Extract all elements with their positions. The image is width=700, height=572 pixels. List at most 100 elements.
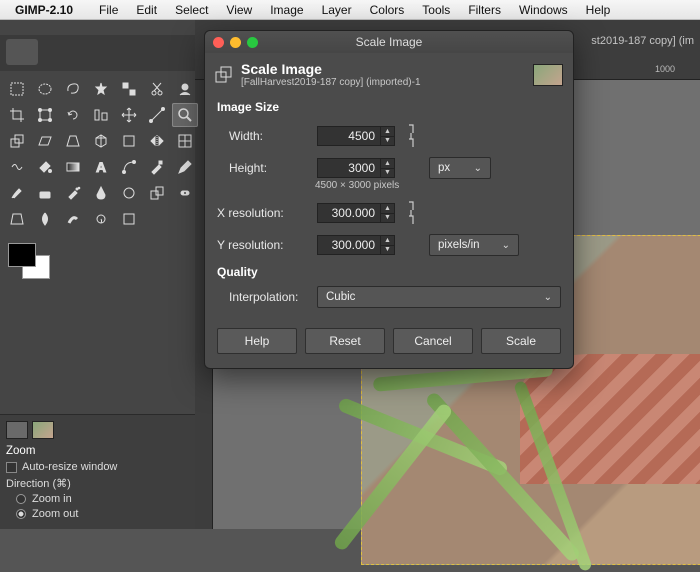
tool-align[interactable] xyxy=(88,103,114,127)
width-spinner[interactable]: ▲▼ xyxy=(381,126,395,146)
svg-text:A: A xyxy=(96,159,106,175)
tool-shear[interactable] xyxy=(32,129,58,153)
color-swatches[interactable] xyxy=(8,243,52,283)
auto-resize-checkbox[interactable]: Auto-resize window xyxy=(6,461,189,473)
tool-by-color-select[interactable] xyxy=(116,77,142,101)
tool-gegl[interactable] xyxy=(116,207,142,231)
spinner-down-icon[interactable]: ▼ xyxy=(381,214,394,223)
tool-paths[interactable] xyxy=(116,155,142,179)
tool-handle-transform[interactable] xyxy=(116,129,142,153)
tool-paintbrush[interactable] xyxy=(4,181,30,205)
tool-move[interactable] xyxy=(116,103,142,127)
tool-text[interactable]: A xyxy=(88,155,114,179)
tool-zoom[interactable] xyxy=(172,103,198,127)
tool-blur[interactable] xyxy=(32,207,58,231)
spinner-up-icon[interactable]: ▲ xyxy=(381,236,394,246)
height-spinner[interactable]: ▲▼ xyxy=(381,158,395,178)
spinner-up-icon[interactable]: ▲ xyxy=(381,159,394,169)
image-thumbnail xyxy=(533,64,563,86)
tool-crop[interactable] xyxy=(4,103,30,127)
yres-spinner[interactable]: ▲▼ xyxy=(381,235,395,255)
tool-perspective[interactable] xyxy=(60,129,86,153)
tool-unified-transform[interactable] xyxy=(32,103,58,127)
zoom-in-label: Zoom in xyxy=(32,493,72,505)
menu-help[interactable]: Help xyxy=(577,3,620,17)
tool-measure[interactable] xyxy=(144,103,170,127)
tool-fuzzy-select[interactable] xyxy=(88,77,114,101)
spinner-down-icon[interactable]: ▼ xyxy=(381,137,394,146)
xres-input[interactable] xyxy=(317,203,381,223)
tool-pencil[interactable] xyxy=(172,155,198,179)
menu-colors[interactable]: Colors xyxy=(361,3,414,17)
toolbox-tabbar[interactable] xyxy=(0,35,195,71)
dialog-subtitle: [FallHarvest2019-187 copy] (imported)-1 xyxy=(241,77,525,88)
tool-scale[interactable] xyxy=(4,129,30,153)
zoom-out-radio[interactable]: Zoom out xyxy=(6,508,189,520)
interpolation-label: Interpolation: xyxy=(217,290,309,304)
tool-airbrush[interactable] xyxy=(60,181,86,205)
fg-color-swatch[interactable] xyxy=(8,243,36,267)
tool-gradient[interactable] xyxy=(60,155,86,179)
width-input[interactable] xyxy=(317,126,381,146)
spinner-up-icon[interactable]: ▲ xyxy=(381,204,394,214)
reset-button[interactable]: Reset xyxy=(305,328,385,354)
scale-button[interactable]: Scale xyxy=(481,328,561,354)
tool-warp[interactable] xyxy=(4,155,30,179)
size-link-chain[interactable] xyxy=(403,121,421,151)
tool-foreground-select[interactable] xyxy=(172,77,198,101)
tool-rect-select[interactable] xyxy=(4,77,30,101)
tool-scissors-select[interactable] xyxy=(144,77,170,101)
tool-options-tabs[interactable] xyxy=(6,419,189,441)
tool-color-picker[interactable] xyxy=(144,155,170,179)
radio-icon xyxy=(16,494,26,504)
menu-view[interactable]: View xyxy=(217,3,261,17)
tool-smudge[interactable] xyxy=(60,207,86,231)
scale-image-icon xyxy=(215,66,233,84)
tool-eraser[interactable] xyxy=(32,181,58,205)
toolbox-grid: A xyxy=(0,71,195,237)
menu-edit[interactable]: Edit xyxy=(127,3,166,17)
tool-free-select[interactable] xyxy=(60,77,86,101)
height-input[interactable] xyxy=(317,158,381,178)
menu-select[interactable]: Select xyxy=(166,3,217,17)
interpolation-value: Cubic xyxy=(326,291,355,303)
checkbox-icon xyxy=(6,462,17,473)
resolution-unit-dropdown[interactable]: pixels/in ⌄ xyxy=(429,234,519,256)
resolution-link-chain[interactable] xyxy=(403,198,421,228)
tool-ink[interactable] xyxy=(88,181,114,205)
scale-image-dialog: Scale Image Scale Image [FallHarvest2019… xyxy=(204,30,574,369)
width-input-group: ▲▼ xyxy=(317,126,395,146)
menu-file[interactable]: File xyxy=(90,3,127,17)
tool-heal[interactable] xyxy=(172,181,198,205)
menu-filters[interactable]: Filters xyxy=(459,3,510,17)
workspace: st2019-187 copy] (im 1000 xyxy=(0,20,700,529)
tool-mypaint-brush[interactable] xyxy=(116,181,142,205)
spinner-up-icon[interactable]: ▲ xyxy=(381,127,394,137)
dialog-titlebar[interactable]: Scale Image xyxy=(205,31,573,53)
tool-clone[interactable] xyxy=(144,181,170,205)
tool-dodge-burn[interactable] xyxy=(88,207,114,231)
interpolation-dropdown[interactable]: Cubic ⌄ xyxy=(317,286,561,308)
zoom-in-radio[interactable]: Zoom in xyxy=(6,493,189,505)
cancel-button[interactable]: Cancel xyxy=(393,328,473,354)
auto-resize-label: Auto-resize window xyxy=(22,461,117,473)
size-unit-dropdown[interactable]: px ⌄ xyxy=(429,157,491,179)
spinner-down-icon[interactable]: ▼ xyxy=(381,246,394,255)
menu-windows[interactable]: Windows xyxy=(510,3,577,17)
yres-label: Y resolution: xyxy=(217,238,309,252)
spinner-down-icon[interactable]: ▼ xyxy=(381,169,394,178)
menu-image[interactable]: Image xyxy=(261,3,312,17)
tool-bucket-fill[interactable] xyxy=(32,155,58,179)
tool-rotate[interactable] xyxy=(60,103,86,127)
menu-tools[interactable]: Tools xyxy=(413,3,459,17)
yres-input[interactable] xyxy=(317,235,381,255)
tool-flip[interactable] xyxy=(144,129,170,153)
xres-spinner[interactable]: ▲▼ xyxy=(381,203,395,223)
tool-ellipse-select[interactable] xyxy=(32,77,58,101)
width-label: Width: xyxy=(217,129,309,143)
tool-perspective-clone[interactable] xyxy=(4,207,30,231)
tool-cage[interactable] xyxy=(172,129,198,153)
help-button[interactable]: Help xyxy=(217,328,297,354)
tool-3d-transform[interactable] xyxy=(88,129,114,153)
menu-layer[interactable]: Layer xyxy=(313,3,361,17)
